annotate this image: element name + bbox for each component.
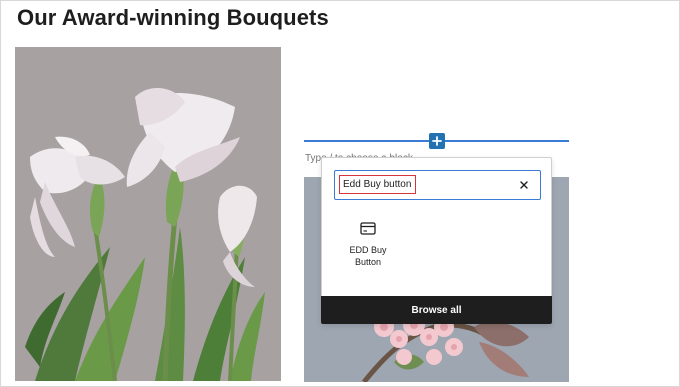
block-inserter-button[interactable] bbox=[429, 133, 445, 149]
credit-card-icon bbox=[358, 218, 378, 238]
page-title[interactable]: Our Award-winning Bouquets bbox=[17, 5, 329, 31]
browse-all-button[interactable]: Browse all bbox=[321, 296, 552, 324]
search-input-value[interactable]: Edd Buy button bbox=[339, 175, 417, 194]
iris-image-block[interactable] bbox=[15, 47, 281, 381]
block-result-label: EDD Buy Button bbox=[349, 245, 387, 267]
block-result-edd-buy-button[interactable]: EDD Buy Button bbox=[338, 218, 398, 276]
plus-icon bbox=[432, 136, 442, 146]
clear-search-button[interactable] bbox=[516, 177, 532, 193]
close-icon bbox=[520, 181, 528, 189]
iris-illustration bbox=[15, 47, 281, 381]
block-search-input[interactable]: Edd Buy button bbox=[334, 170, 541, 200]
block-inserter-popover: Edd Buy button EDD Buy Button Browse all bbox=[321, 157, 552, 324]
